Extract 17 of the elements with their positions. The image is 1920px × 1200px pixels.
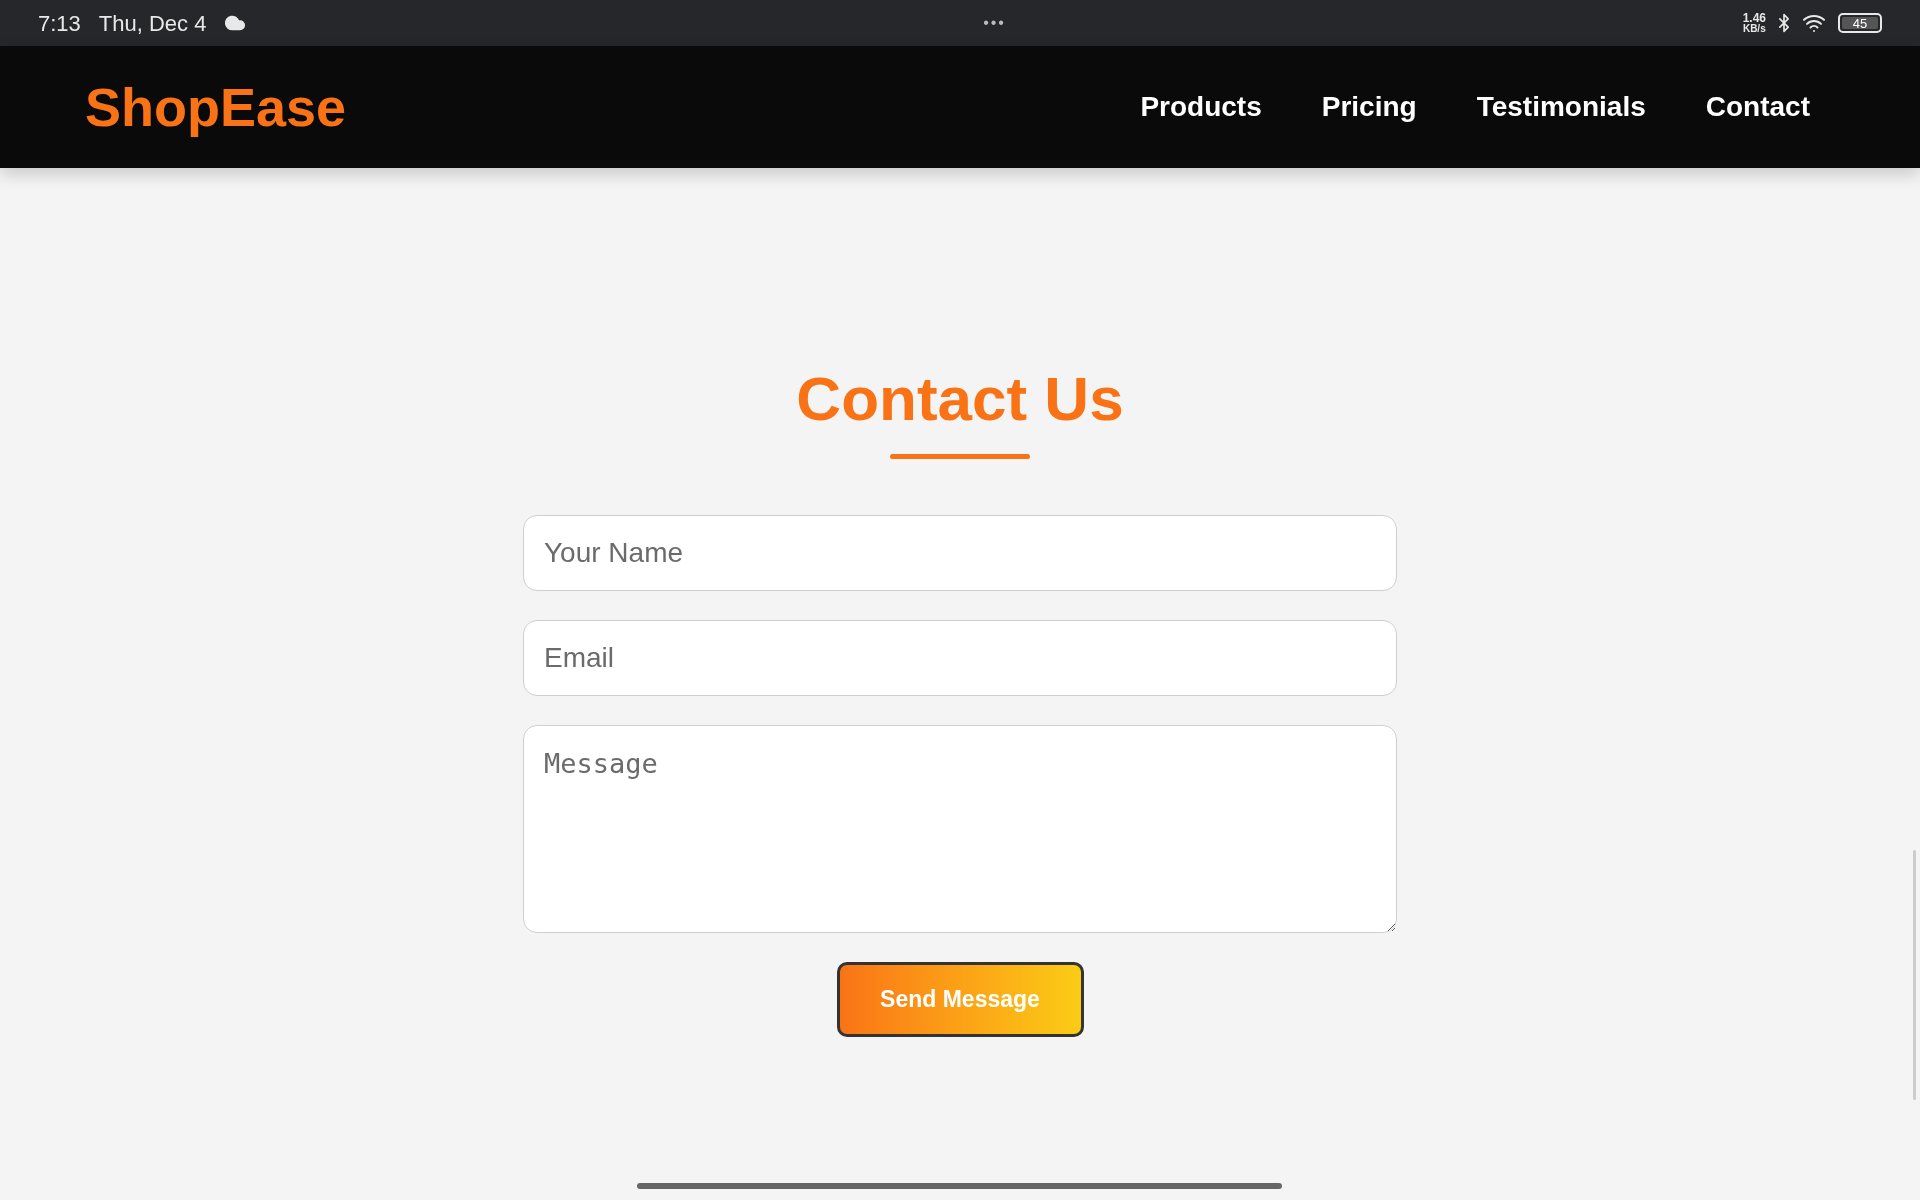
message-field[interactable]: Message	[523, 725, 1397, 933]
scrollbar[interactable]	[1913, 850, 1916, 1100]
net-unit: KB/s	[1742, 24, 1766, 34]
nav-link[interactable]: Pricing	[1321, 86, 1417, 128]
nav-link[interactable]: Products	[1140, 86, 1262, 128]
section-title: Contact Us	[796, 368, 1124, 430]
menu-dots[interactable]: •••	[983, 11, 1006, 35]
status-date: Thu, Dec 4	[98, 9, 207, 38]
nav-link[interactable]: Testimonials	[1476, 86, 1646, 128]
text-field[interactable]: Your Name	[523, 515, 1397, 591]
nav-link[interactable]: Contact	[1705, 86, 1810, 128]
text-field[interactable]: Email	[523, 620, 1397, 696]
home-indicator[interactable]	[637, 1183, 1282, 1189]
net-speed: 1.46	[1742, 12, 1766, 24]
battery-icon: 45	[1838, 13, 1882, 33]
logo[interactable]: ShopEase	[85, 66, 347, 148]
status-time: 7:13	[38, 9, 81, 38]
